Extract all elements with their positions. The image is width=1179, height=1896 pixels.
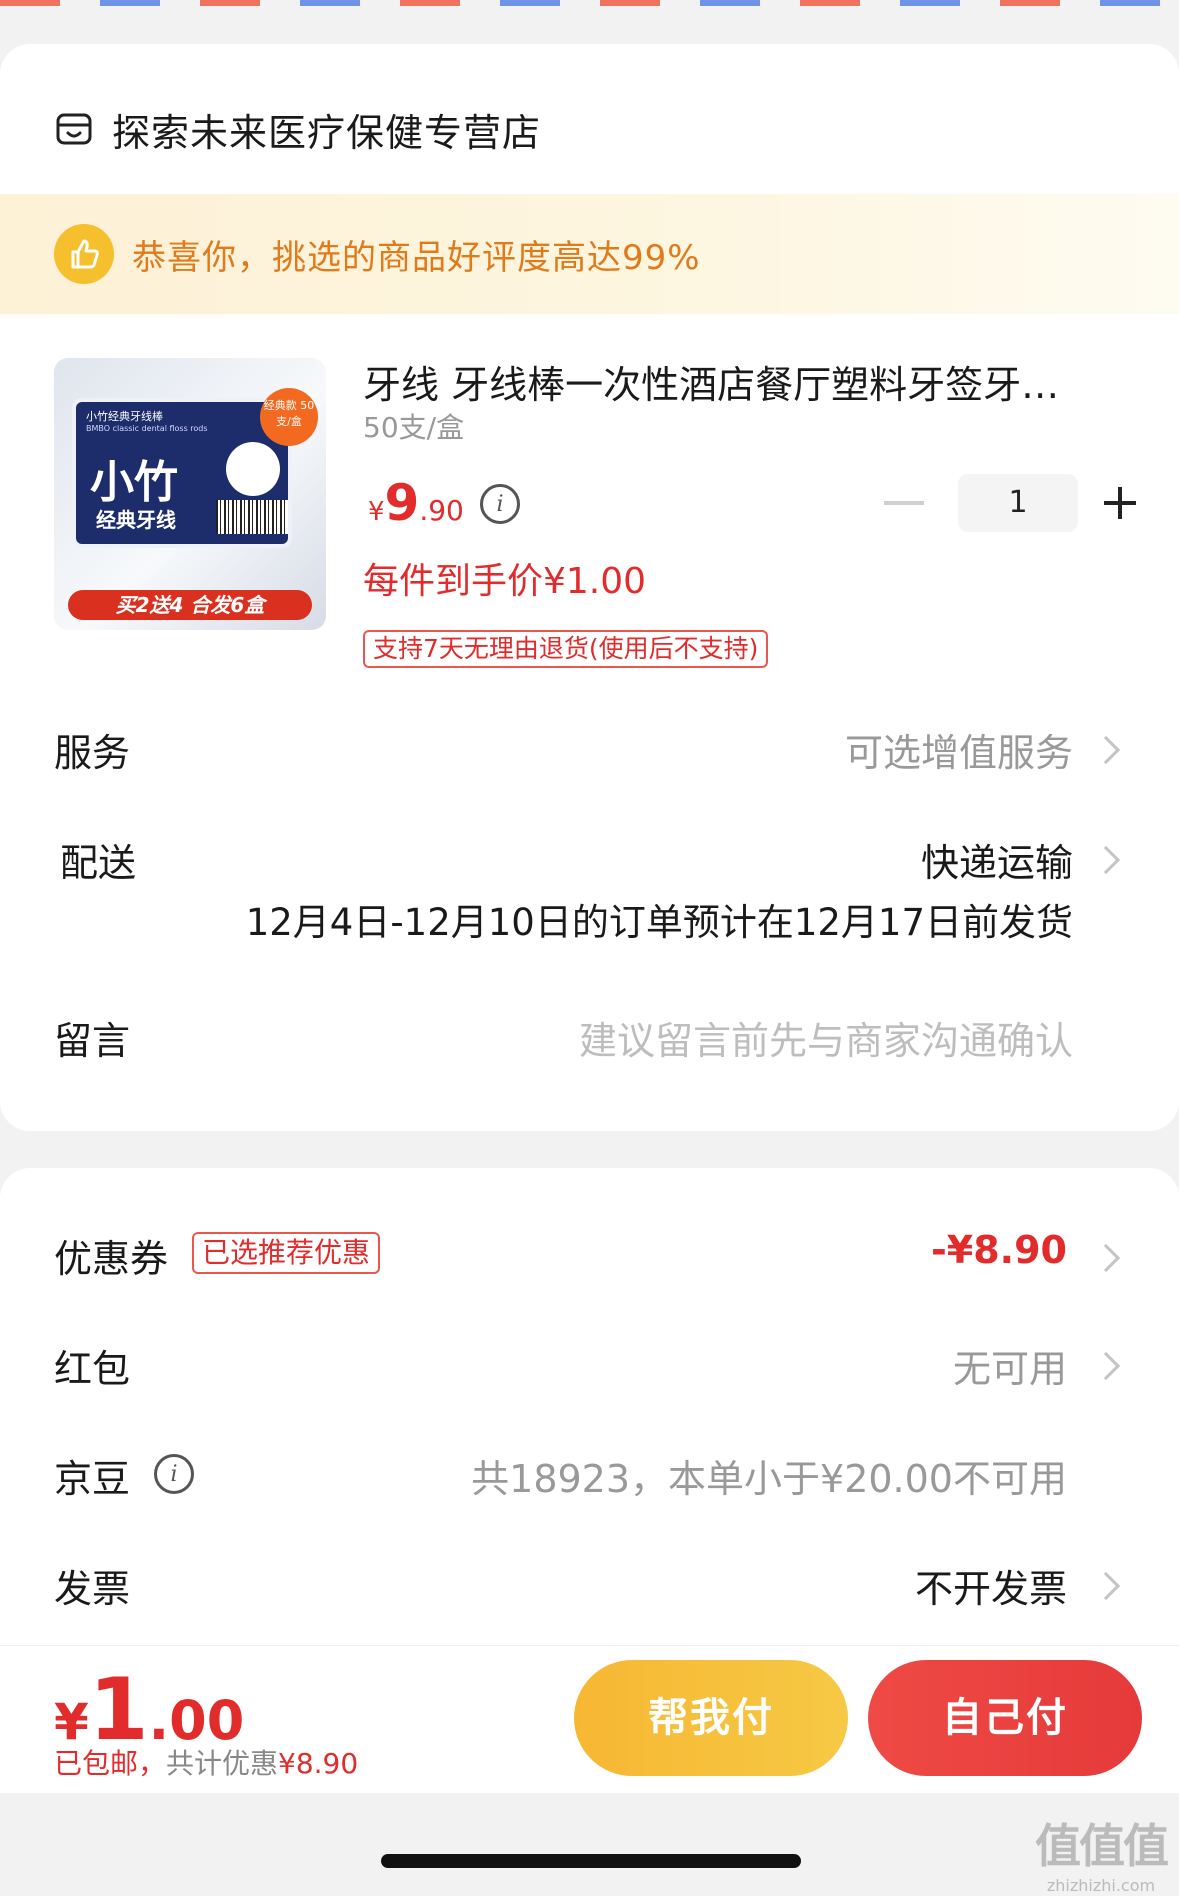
shipping-note: 已包邮， xyxy=(54,1747,167,1780)
chevron-right-icon[interactable] xyxy=(1091,1243,1121,1273)
discount-label: 共计优惠 xyxy=(166,1747,279,1780)
service-label: 服务 xyxy=(54,731,131,775)
return-policy-tag: 支持7天无理由退货(使用后不支持) xyxy=(363,630,769,668)
service-value[interactable]: 可选增值服务 xyxy=(845,722,1073,777)
chevron-right-icon[interactable] xyxy=(1091,735,1121,765)
price-integer: 9 xyxy=(384,474,420,532)
package-subtitle: 经典牙线 xyxy=(96,508,176,532)
chevron-right-icon[interactable] xyxy=(1091,845,1121,875)
red-packet-label: 红包 xyxy=(54,1347,131,1391)
price-currency: ¥ xyxy=(368,497,385,527)
praise-text: 恭喜你，挑选的商品好评度高达99% xyxy=(132,237,701,278)
invoice-value[interactable]: 不开发票 xyxy=(915,1558,1067,1613)
shop-header[interactable]: 探索未来医疗保健专营店 xyxy=(54,104,542,155)
price-info-icon[interactable]: i xyxy=(480,484,520,524)
package-header: 小竹经典牙线棒 xyxy=(86,410,163,423)
brand-logo-icon xyxy=(226,442,280,496)
increase-button[interactable] xyxy=(1104,487,1136,519)
coupon-label: 优惠券 xyxy=(54,1237,169,1281)
shop-icon xyxy=(56,113,92,145)
coupon-tag: 已选推荐优惠 xyxy=(192,1232,381,1274)
package-header-en: BMBO classic dental floss rods xyxy=(86,424,208,433)
delivery-note: 12月4日-12月10日的订单预计在12月17日前发货 xyxy=(245,901,1073,944)
home-indicator[interactable] xyxy=(381,1854,801,1868)
self-pay-button[interactable]: 自己付 xyxy=(868,1660,1142,1776)
watermark: 值值值 zhizhizhi.com xyxy=(1035,1810,1169,1895)
coupon-value[interactable]: -¥8.90 xyxy=(931,1228,1067,1272)
discount-card: 优惠券 已选推荐优惠 -¥8.90 红包 无可用 京豆 i 共18923，本单小… xyxy=(0,1168,1179,1648)
product-price: ¥ 9 .90 xyxy=(368,474,464,532)
package-brand: 小竹 xyxy=(90,457,178,508)
delivery-value[interactable]: 快递运输 xyxy=(921,832,1073,887)
product-title[interactable]: 牙线 牙线棒一次性酒店餐厅塑料牙签牙… xyxy=(363,354,1103,409)
watermark-logo: 值值值 xyxy=(1035,1819,1169,1873)
classic-badge: 经典款 50支/盒 xyxy=(260,388,318,446)
checkout-bar: ¥ 1 .00 已包邮，共计优惠¥8.90 帮我付 自己付 xyxy=(0,1645,1179,1793)
each-price: 每件到手价¥1.00 xyxy=(363,561,647,602)
order-card: 探索未来医疗保健专营店 恭喜你，挑选的商品好评度高达99% 小竹经典牙线棒 BM… xyxy=(0,44,1179,1131)
total-note: 已包邮，共计优惠¥8.90 xyxy=(54,1742,358,1782)
message-input[interactable]: 建议留言前先与商家沟通确认 xyxy=(579,1010,1073,1065)
chevron-right-icon[interactable] xyxy=(1091,1571,1121,1601)
thumbs-up-icon xyxy=(54,224,114,284)
delivery-label: 配送 xyxy=(60,841,137,885)
barcode-icon xyxy=(216,500,288,534)
praise-banner: 恭喜你，挑选的商品好评度高达99% xyxy=(0,194,1179,314)
airmail-border xyxy=(0,0,1179,6)
watermark-url: zhizhizhi.com xyxy=(1046,1876,1156,1895)
red-packet-value[interactable]: 无可用 xyxy=(953,1338,1067,1393)
jingdou-value: 共18923，本单小于¥20.00不可用 xyxy=(471,1457,1067,1501)
product-image[interactable]: 小竹经典牙线棒 BMBO classic dental floss rods 小… xyxy=(54,358,326,630)
help-pay-button[interactable]: 帮我付 xyxy=(574,1660,848,1776)
invoice-label: 发票 xyxy=(54,1567,131,1611)
product-package: 小竹经典牙线棒 BMBO classic dental floss rods 小… xyxy=(72,398,292,548)
shop-name: 探索未来医疗保健专营店 xyxy=(112,110,542,155)
jingdou-info-icon[interactable]: i xyxy=(154,1454,194,1494)
decrease-button[interactable] xyxy=(884,501,924,505)
quantity-stepper: 1 xyxy=(884,474,1136,532)
jingdou-label: 京豆 xyxy=(54,1457,131,1501)
quantity-value[interactable]: 1 xyxy=(958,474,1078,532)
chevron-right-icon[interactable] xyxy=(1091,1351,1121,1381)
discount-amount: ¥8.90 xyxy=(278,1747,359,1780)
promo-strip: 买2送4 合发6盒 xyxy=(68,590,312,620)
product-spec[interactable]: 50支/盒 xyxy=(363,406,464,446)
message-label: 留言 xyxy=(54,1019,131,1063)
price-decimal: .90 xyxy=(419,494,464,527)
